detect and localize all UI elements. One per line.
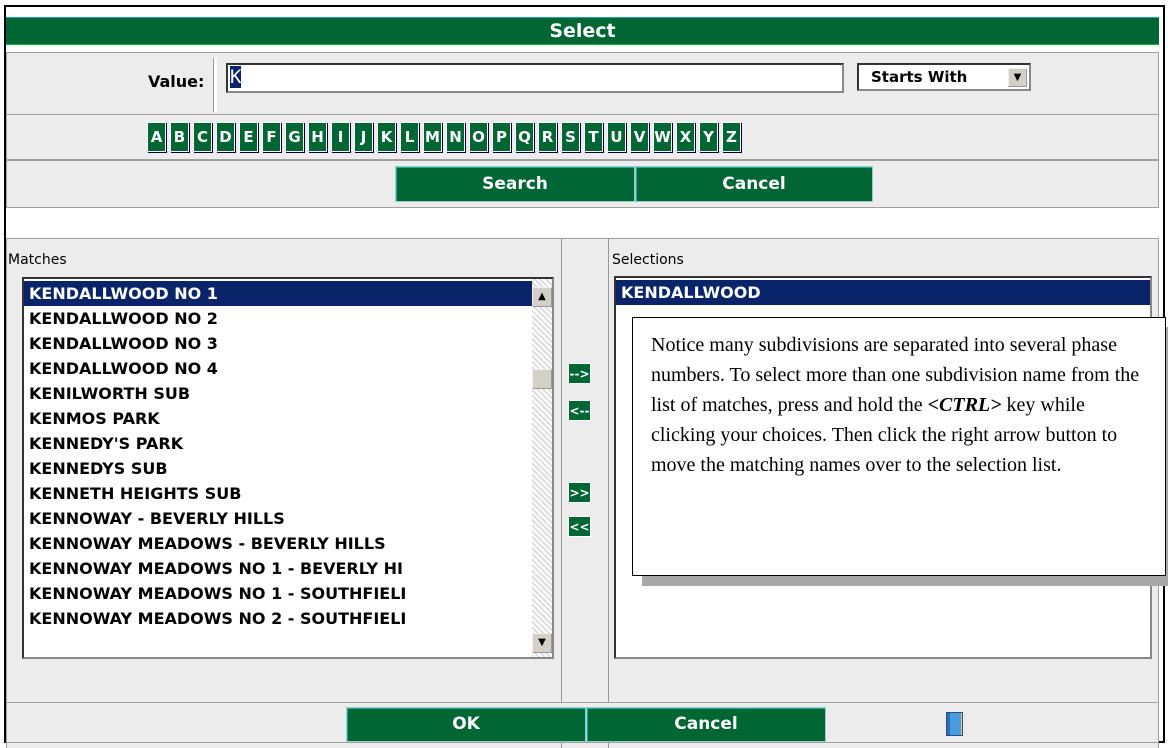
letter-button-l[interactable]: L	[400, 122, 419, 152]
match-mode-value: Starts With	[871, 68, 968, 86]
cancel-search-button[interactable]: Cancel	[635, 166, 873, 202]
value-separator	[213, 58, 217, 112]
letter-button-b[interactable]: B	[170, 122, 189, 152]
callout-key: <CTRL>	[927, 394, 1002, 416]
letter-button-g[interactable]: G	[285, 122, 304, 152]
letter-button-o[interactable]: O	[469, 122, 488, 152]
letter-button-j[interactable]: J	[354, 122, 373, 152]
letter-button-a[interactable]: A	[147, 122, 166, 152]
value-input-text: K	[230, 66, 242, 88]
value-input[interactable]: K	[226, 63, 844, 93]
match-item[interactable]: KENNETH HEIGHTS SUB	[24, 481, 534, 506]
letter-button-r[interactable]: R	[538, 122, 557, 152]
letter-button-u[interactable]: U	[607, 122, 626, 152]
selections-label: Selections	[612, 252, 684, 268]
letter-button-k[interactable]: K	[377, 122, 396, 152]
match-item[interactable]: KENNEDYS SUB	[24, 456, 534, 481]
move-right-button[interactable]: -->	[568, 363, 591, 384]
move-all-left-button[interactable]: <<	[568, 516, 591, 537]
match-item[interactable]: KENNOWAY MEADOWS - BEVERLY HILLS	[24, 531, 534, 556]
letter-button-d[interactable]: D	[216, 122, 235, 152]
letter-button-i[interactable]: I	[331, 122, 350, 152]
match-item[interactable]: KENNOWAY MEADOWS NO 2 - SOUTHFIELI	[24, 606, 534, 631]
matches-list[interactable]: KENDALLWOOD NO 1 KENDALLWOOD NO 2 KENDALLW…	[22, 277, 554, 659]
scroll-thumb[interactable]	[532, 369, 552, 389]
match-item[interactable]: KENNOWAY - BEVERLY HILLS	[24, 506, 534, 531]
letter-button-t[interactable]: T	[584, 122, 603, 152]
match-mode-select[interactable]: Starts With ▼	[857, 63, 1031, 91]
match-item[interactable]: KENDALLWOOD NO 3	[24, 331, 534, 356]
letter-button-f[interactable]: F	[262, 122, 281, 152]
matches-label: Matches	[8, 252, 67, 268]
match-item[interactable]: KENDALLWOOD NO 2	[24, 306, 534, 331]
dropdown-arrow-icon[interactable]: ▼	[1008, 68, 1027, 87]
matches-scrollbar[interactable]: ▲ ▼	[532, 279, 552, 657]
match-item[interactable]: KENNOWAY MEADOWS NO 1 - BEVERLY HI	[24, 556, 534, 581]
letter-button-q[interactable]: Q	[515, 122, 534, 152]
letter-button-w[interactable]: W	[653, 122, 672, 152]
match-item[interactable]: KENMOS PARK	[24, 406, 534, 431]
dialog-title: Select	[6, 17, 1159, 45]
letter-button-c[interactable]: C	[193, 122, 212, 152]
address-book-icon[interactable]	[946, 712, 963, 736]
move-all-right-button[interactable]: >>	[568, 482, 591, 503]
letter-button-x[interactable]: X	[676, 122, 695, 152]
move-left-button[interactable]: <--	[568, 400, 591, 421]
selection-item[interactable]: KENDALLWOOD	[616, 280, 1150, 305]
letter-button-z[interactable]: Z	[722, 122, 741, 152]
ok-button[interactable]: OK	[346, 707, 586, 742]
letter-button-y[interactable]: Y	[699, 122, 718, 152]
divider-left	[561, 238, 562, 748]
letter-button-n[interactable]: N	[446, 122, 465, 152]
scroll-down-arrow-icon[interactable]: ▼	[532, 633, 552, 653]
search-button[interactable]: Search	[395, 166, 635, 202]
letter-buttons: ABCDEFGHIJKLMNOPQRSTUVWXYZ	[147, 122, 741, 152]
match-item[interactable]: KENNOWAY MEADOWS NO 1 - SOUTHFIELI	[24, 581, 534, 606]
instruction-callout: Notice many subdivisions are separated i…	[632, 317, 1166, 576]
match-item[interactable]: KENNEDY'S PARK	[24, 431, 534, 456]
letter-button-p[interactable]: P	[492, 122, 511, 152]
scroll-up-arrow-icon[interactable]: ▲	[532, 287, 552, 307]
match-item[interactable]: KENDALLWOOD NO 4	[24, 356, 534, 381]
divider-right	[608, 238, 609, 748]
letter-button-h[interactable]: H	[308, 122, 327, 152]
cancel-button[interactable]: Cancel	[586, 707, 826, 742]
letter-button-e[interactable]: E	[239, 122, 258, 152]
letter-button-v[interactable]: V	[630, 122, 649, 152]
match-item[interactable]: KENDALLWOOD NO 1	[24, 281, 534, 306]
value-label: Value:	[148, 72, 205, 91]
match-item[interactable]: KENILWORTH SUB	[24, 381, 534, 406]
letter-button-m[interactable]: M	[423, 122, 442, 152]
letter-button-s[interactable]: S	[561, 122, 580, 152]
